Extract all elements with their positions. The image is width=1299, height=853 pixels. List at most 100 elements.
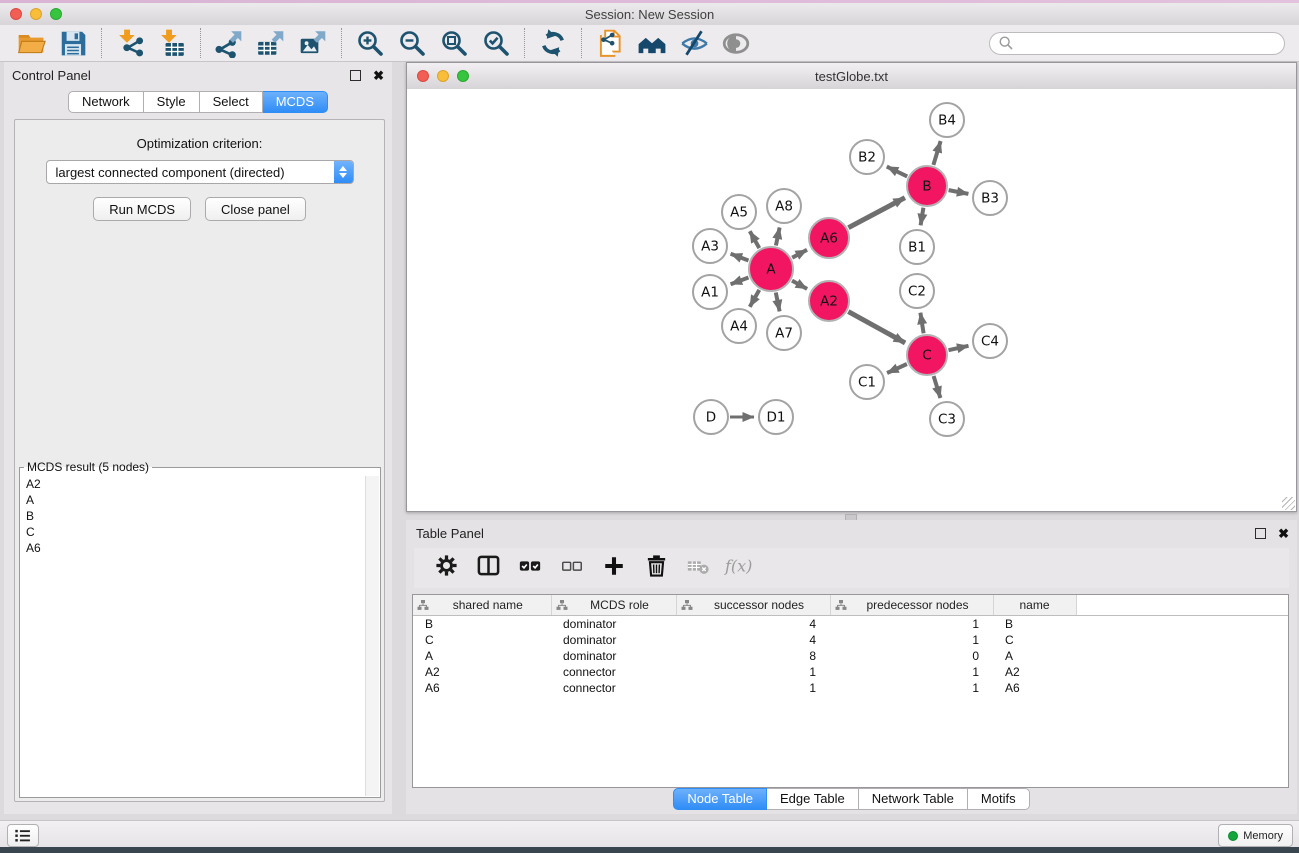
edge-A-A5[interactable]: [750, 231, 760, 248]
edge-B-B4[interactable]: [933, 141, 940, 165]
graph-node-A1[interactable]: A1: [693, 275, 727, 309]
edge-A-A6[interactable]: [792, 250, 807, 258]
search-field[interactable]: [989, 32, 1285, 55]
edge-C-C1[interactable]: [887, 364, 907, 373]
table-cell[interactable]: 1: [676, 680, 830, 696]
search-input[interactable]: [1019, 35, 1276, 51]
tab-mcds[interactable]: MCDS: [263, 91, 328, 113]
minimize-window-button[interactable]: [30, 8, 42, 20]
table-row[interactable]: Cdominator41C: [413, 632, 1288, 648]
save-session-button[interactable]: [52, 27, 94, 60]
column-header-shared-name[interactable]: shared name: [413, 595, 551, 616]
edge-B-B3[interactable]: [949, 190, 969, 194]
table-row[interactable]: Bdominator41B: [413, 616, 1288, 633]
float-panel-button[interactable]: [350, 70, 361, 81]
table-cell[interactable]: connector: [551, 680, 676, 696]
export-image-button[interactable]: [292, 27, 334, 60]
table-cell[interactable]: 8: [676, 648, 830, 664]
mcds-result-item[interactable]: C: [21, 524, 365, 540]
delete-table-button[interactable]: [680, 551, 716, 585]
table-cell[interactable]: A2: [993, 664, 1076, 680]
table-cell[interactable]: 1: [676, 664, 830, 680]
mcds-result-item[interactable]: A2: [21, 476, 365, 492]
zoom-fit-button[interactable]: [433, 27, 475, 60]
graph-node-D[interactable]: D: [694, 400, 728, 434]
tab-motifs[interactable]: Motifs: [968, 788, 1030, 810]
table-row[interactable]: A6connector11A6: [413, 680, 1288, 696]
graph-node-D1[interactable]: D1: [759, 400, 793, 434]
column-header-name[interactable]: name: [993, 595, 1076, 616]
table-cell[interactable]: B: [993, 616, 1076, 633]
table-cell[interactable]: dominator: [551, 648, 676, 664]
table-row[interactable]: Adominator80A: [413, 648, 1288, 664]
table-cell[interactable]: A: [413, 648, 551, 664]
mcds-result-scrollbar[interactable]: [365, 476, 379, 796]
table-cell[interactable]: A: [993, 648, 1076, 664]
task-history-button[interactable]: [7, 824, 39, 847]
graph-node-C3[interactable]: C3: [930, 402, 964, 436]
hide-panel-button[interactable]: [673, 27, 715, 60]
graph-node-C1[interactable]: C1: [850, 365, 884, 399]
edge-A2-C[interactable]: [848, 312, 905, 343]
edge-A-A3[interactable]: [731, 254, 749, 261]
table-cell[interactable]: 1: [830, 664, 993, 680]
table-cell[interactable]: C: [993, 632, 1076, 648]
tab-style[interactable]: Style: [144, 91, 200, 113]
table-cell[interactable]: 1: [830, 632, 993, 648]
mcds-result-item[interactable]: A: [21, 492, 365, 508]
table-cell[interactable]: C: [413, 632, 551, 648]
graph-node-A8[interactable]: A8: [767, 189, 801, 223]
column-header-MCDS-role[interactable]: MCDS role: [551, 595, 676, 616]
delete-columns-button[interactable]: [638, 551, 674, 585]
home-button[interactable]: [631, 27, 673, 60]
mcds-result-item[interactable]: A6: [21, 540, 365, 556]
column-header-successor-nodes[interactable]: successor nodes: [676, 595, 830, 616]
edge-B-B1[interactable]: [921, 208, 924, 226]
tab-select[interactable]: Select: [200, 91, 263, 113]
function-builder-button[interactable]: f(x): [722, 551, 758, 585]
tab-network-table[interactable]: Network Table: [859, 788, 968, 810]
import-network-button[interactable]: [109, 27, 151, 60]
graph-node-A6[interactable]: A6: [809, 218, 849, 258]
refresh-button[interactable]: [532, 27, 574, 60]
tab-network[interactable]: Network: [68, 91, 144, 113]
optimization-criterion-select[interactable]: largest connected component (directed): [46, 160, 354, 184]
graph-node-A4[interactable]: A4: [722, 309, 756, 343]
edge-C-C2[interactable]: [920, 313, 923, 334]
table-cell[interactable]: 1: [830, 680, 993, 696]
table-cell[interactable]: 1: [830, 616, 993, 633]
zoom-out-button[interactable]: [391, 27, 433, 60]
table-cell[interactable]: A6: [413, 680, 551, 696]
zoom-window-button[interactable]: [50, 8, 62, 20]
table-settings-button[interactable]: [428, 551, 464, 585]
table-cell[interactable]: 0: [830, 648, 993, 664]
select-all-columns-button[interactable]: [512, 551, 548, 585]
table-cell[interactable]: B: [413, 616, 551, 633]
float-table-panel-button[interactable]: [1255, 528, 1266, 539]
table-cell[interactable]: 4: [676, 616, 830, 633]
table-row[interactable]: A2connector11A2: [413, 664, 1288, 680]
memory-button[interactable]: Memory: [1218, 824, 1293, 847]
column-header-predecessor-nodes[interactable]: predecessor nodes: [830, 595, 993, 616]
graph-node-A7[interactable]: A7: [767, 316, 801, 350]
close-window-button[interactable]: [10, 8, 22, 20]
edge-A-A1[interactable]: [731, 278, 749, 285]
open-file-button[interactable]: [10, 27, 52, 60]
export-table-button[interactable]: [250, 27, 292, 60]
run-mcds-button[interactable]: Run MCDS: [93, 197, 191, 221]
edge-B-B2[interactable]: [887, 167, 907, 177]
edge-C-C4[interactable]: [949, 346, 969, 350]
edge-C-C3[interactable]: [934, 376, 941, 398]
edge-A-A7[interactable]: [776, 293, 780, 312]
graph-node-A2[interactable]: A2: [809, 281, 849, 321]
table-cell[interactable]: connector: [551, 664, 676, 680]
import-table-button[interactable]: [151, 27, 193, 60]
edge-A-A8[interactable]: [776, 228, 780, 246]
network-minimize-button[interactable]: [437, 70, 449, 82]
network-window-titlebar[interactable]: testGlobe.txt: [407, 63, 1296, 90]
graph-node-C[interactable]: C: [907, 335, 947, 375]
network-close-button[interactable]: [417, 70, 429, 82]
create-column-button[interactable]: [596, 551, 632, 585]
graph-node-B2[interactable]: B2: [850, 140, 884, 174]
zoom-selected-button[interactable]: [475, 27, 517, 60]
